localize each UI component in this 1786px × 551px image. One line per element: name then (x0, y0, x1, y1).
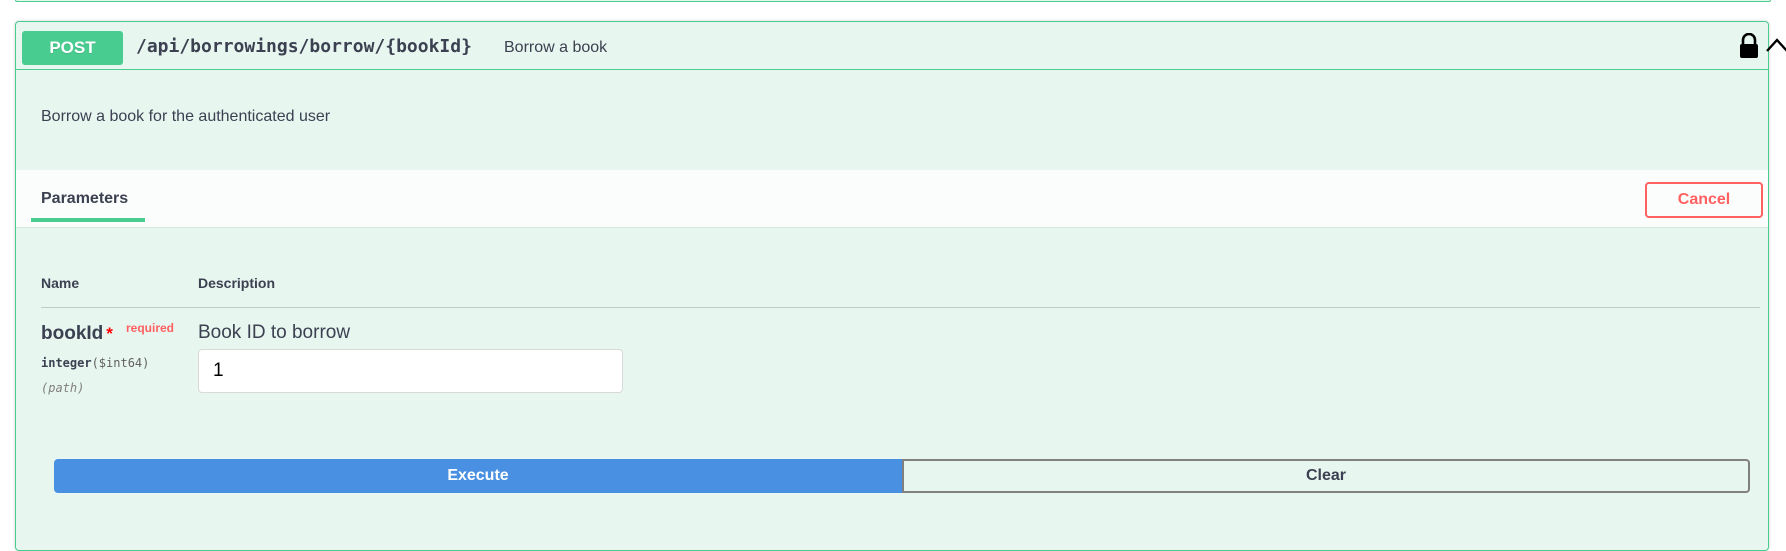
column-header-name: Name (41, 275, 80, 291)
parameter-description: Book ID to borrow (198, 322, 351, 343)
post-opblock: POST /api/borrowings/borrow/{bookId} Bor… (15, 21, 1786, 551)
parameters-tab-bar: Parameters Cancel (16, 170, 1768, 228)
parameter-name-text: bookId (41, 323, 104, 344)
tab-parameters[interactable]: Parameters (41, 190, 128, 208)
cancel-button[interactable]: Cancel (1645, 182, 1763, 218)
endpoint-path: /api/borrowings/borrow/{bookId} (136, 36, 472, 57)
opblock-summary[interactable]: POST /api/borrowings/borrow/{bookId} Bor… (16, 22, 1786, 70)
previous-opblock-edge (15, 0, 1771, 2)
operation-description: Borrow a book for the authenticated user (41, 108, 331, 125)
parameter-name: bookId * (41, 323, 113, 345)
lock-icon[interactable] (1738, 33, 1760, 59)
parameter-location: (path) (41, 381, 85, 395)
tab-active-indicator (31, 218, 145, 222)
required-label: required (126, 321, 175, 335)
parameter-format: ($int64) (91, 356, 150, 370)
parameter-type: integer($int64) (41, 356, 149, 370)
column-header-description: Description (198, 275, 276, 291)
chevron-up-icon[interactable] (1764, 35, 1786, 55)
method-badge: POST (22, 31, 123, 65)
bookid-input[interactable] (198, 349, 623, 393)
table-divider (41, 307, 1760, 308)
operation-summary: Borrow a book (504, 39, 608, 56)
execute-button[interactable]: Execute (54, 459, 902, 493)
clear-button[interactable]: Clear (902, 459, 1750, 493)
required-star: * (106, 324, 113, 343)
parameter-type-text: integer (41, 356, 92, 370)
